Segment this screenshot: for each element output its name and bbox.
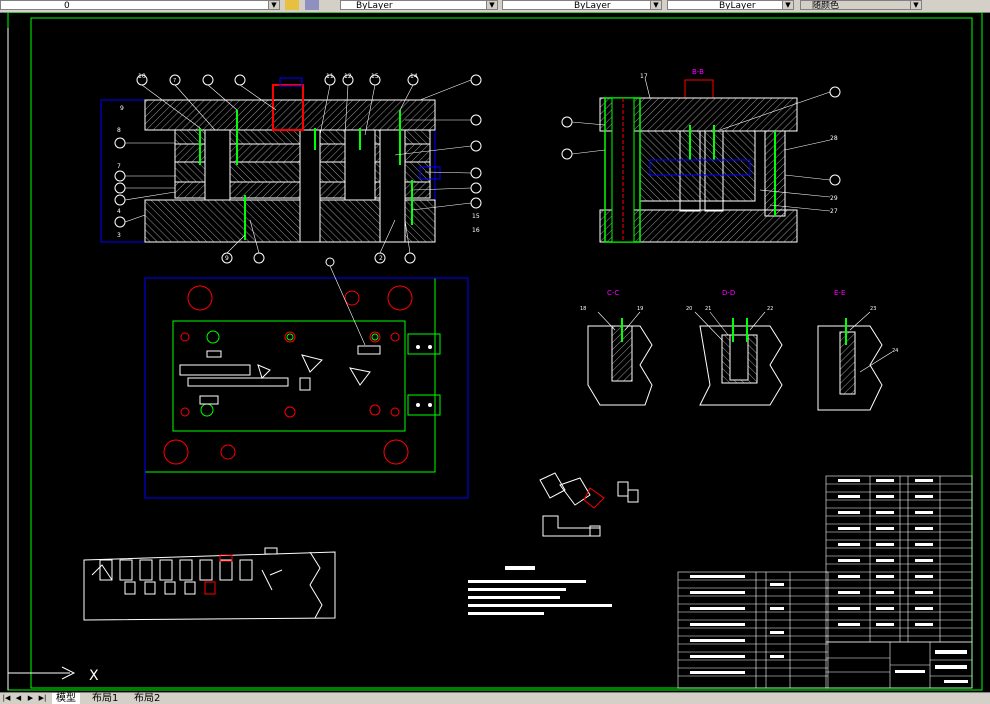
layer-tool-icon[interactable] [285, 0, 299, 10]
svg-text:7: 7 [173, 78, 176, 84]
layer-value: 0 [64, 1, 70, 10]
first-tab-icon[interactable]: |◀ [2, 694, 11, 703]
plotstyle-dropdown[interactable]: 随颜色 ▼ [800, 0, 922, 10]
ee-title: E-E [834, 289, 845, 297]
tech-requirements [468, 566, 612, 615]
layout-tabs-bar: |◀ ◀ ▶ ▶| 模型 布局1 布局2 [0, 692, 990, 704]
svg-text:7: 7 [117, 163, 121, 170]
right-balloons [470, 114, 482, 209]
svg-text:15: 15 [371, 73, 379, 80]
svg-text:17: 17 [640, 73, 648, 80]
svg-text:8: 8 [117, 127, 121, 134]
svg-text:29: 29 [830, 195, 838, 202]
svg-text:21: 21 [705, 306, 711, 312]
svg-text:4: 4 [117, 208, 121, 215]
plan-view [144, 257, 469, 499]
svg-text:10: 10 [138, 73, 146, 80]
chevron-down-icon: ▼ [486, 1, 497, 9]
last-tab-icon[interactable]: ▶| [38, 694, 47, 703]
svg-text:9: 9 [120, 105, 124, 112]
cc-title: C-C [607, 289, 619, 297]
svg-text:16: 16 [472, 227, 480, 234]
table-text-blocks [690, 479, 968, 683]
dd-title: D-D [722, 289, 735, 297]
lineweight-value: ByLayer [719, 1, 756, 10]
svg-text:19: 19 [637, 306, 643, 312]
tab-model[interactable]: 模型 [52, 693, 80, 704]
svg-text:14: 14 [410, 73, 418, 80]
lineweight-dropdown[interactable]: ByLayer ▼ [667, 0, 794, 10]
main-section-view: 10 7 9 8 7 3 4 11 12 15 14 15 16 9 2 [100, 73, 482, 264]
svg-text:28: 28 [830, 135, 838, 142]
bb-title: B-B [692, 68, 704, 76]
svg-text:15: 15 [472, 213, 480, 220]
svg-text:9: 9 [225, 255, 229, 262]
top-balloons [136, 74, 482, 86]
drawing-canvas[interactable]: 10 7 9 8 7 3 4 11 12 15 14 15 16 9 2 B-B 17 28 [0, 12, 990, 692]
svg-text:18: 18 [580, 306, 586, 312]
color-value: ByLayer [356, 1, 393, 10]
cc-section: C-C 18 19 [580, 289, 653, 406]
chevron-down-icon: ▼ [268, 1, 279, 9]
svg-text:24: 24 [892, 348, 898, 354]
tab-layout1[interactable]: 布局1 [88, 693, 122, 704]
layer-dropdown[interactable]: 0 ▼ [0, 0, 280, 10]
chevron-down-icon: ▼ [910, 1, 921, 9]
bb-section-view: B-B 17 28 29 27 [561, 68, 841, 243]
ucs-icon [8, 666, 76, 680]
dd-section: D-D 20 21 22 [686, 289, 783, 406]
strip-layout [83, 547, 336, 621]
svg-text:23: 23 [870, 306, 876, 312]
svg-text:12: 12 [344, 73, 352, 80]
plotstyle-value: 随颜色 [812, 1, 840, 10]
tab-layout2[interactable]: 布局2 [130, 693, 164, 704]
svg-text:11: 11 [326, 73, 334, 80]
ee-section: E-E 23 24 [817, 289, 898, 411]
next-tab-icon[interactable]: ▶ [26, 694, 35, 703]
linetype-dropdown[interactable]: ByLayer ▼ [502, 0, 662, 10]
svg-text:3: 3 [117, 232, 121, 239]
color-dropdown[interactable]: ByLayer ▼ [340, 0, 498, 10]
chevron-down-icon: ▼ [650, 1, 661, 9]
prev-tab-icon[interactable]: ◀ [14, 694, 23, 703]
svg-text:20: 20 [686, 306, 692, 312]
svg-text:22: 22 [767, 306, 773, 312]
chevron-down-icon: ▼ [782, 1, 793, 9]
layer-previous-icon[interactable] [305, 0, 319, 10]
ucs-x-label: X [89, 668, 99, 684]
linetype-value: ByLayer [574, 1, 611, 10]
detail-parts [539, 472, 639, 537]
svg-text:27: 27 [830, 208, 838, 215]
svg-text:2: 2 [379, 255, 383, 262]
bottom-balloons [221, 252, 416, 264]
